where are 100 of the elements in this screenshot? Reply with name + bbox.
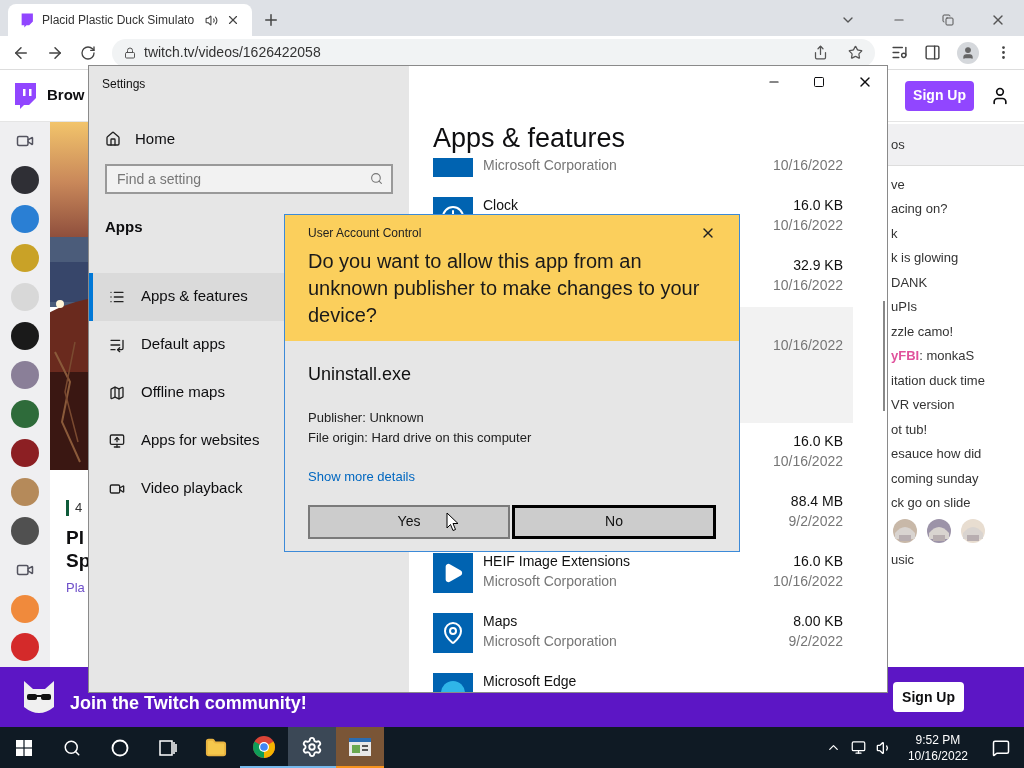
app-row[interactable]: Microsoft Edge (409, 663, 853, 692)
maximize-icon[interactable] (813, 76, 825, 88)
mouse-pointer-icon (446, 512, 459, 532)
reload-icon[interactable] (80, 44, 96, 61)
video-title: Pl (66, 525, 84, 549)
share-icon[interactable] (813, 45, 828, 60)
app-size: 8.00 KB (793, 613, 843, 629)
chat-message: coming sunday (891, 469, 980, 488)
app-size: 88.4 MB (790, 493, 843, 509)
banner-text: Join the Twitch community! (70, 694, 307, 712)
speaker-icon[interactable] (205, 13, 218, 27)
star-icon[interactable] (848, 45, 863, 60)
play-icon (433, 553, 473, 593)
twitch-favicon-icon (20, 12, 34, 28)
window-icon (348, 736, 372, 757)
close-tab-icon[interactable] (226, 13, 240, 27)
scrollbar-thumb[interactable] (883, 301, 885, 411)
chat-message: ot tub! (891, 420, 929, 439)
chat-message: yFBI: monkaS (891, 343, 1024, 368)
search-icon (63, 738, 81, 757)
gear-icon (301, 735, 323, 758)
side-panel-icon[interactable] (924, 44, 941, 61)
program-detail: Publisher: Unknown (308, 409, 425, 427)
chat-message: k (891, 224, 899, 243)
url-text: twitch.tv/videos/1626422058 (144, 43, 322, 62)
page-heading: Apps & features (433, 122, 627, 155)
window-title: Settings (101, 76, 147, 93)
program-name: Uninstall.exe (308, 363, 413, 386)
restore-icon[interactable] (942, 14, 954, 26)
notification-icon[interactable] (992, 738, 1010, 757)
chat-message: esauce how did (891, 445, 983, 463)
app-size: 16.0 KB (793, 433, 843, 449)
search-icon[interactable] (370, 172, 383, 185)
map-pin-icon (433, 613, 473, 653)
channel-avatar[interactable] (11, 322, 39, 351)
search-field[interactable]: Find a setting (105, 164, 393, 194)
app-date: 9/2/2022 (788, 633, 843, 649)
nav-link[interactable]: Brow (47, 84, 85, 107)
app-date: 10/16/2022 (772, 277, 843, 293)
dialog-button[interactable]: No (512, 504, 716, 539)
tab-title: Placid Plastic Duck Simulato (42, 12, 196, 29)
media-icon[interactable] (891, 44, 908, 61)
address-bar[interactable]: twitch.tv/videos/1626422058 (112, 38, 875, 67)
chrome-icon (252, 734, 276, 759)
circle-icon (111, 738, 129, 757)
network-icon[interactable] (850, 740, 866, 755)
channel-avatar[interactable] (11, 166, 39, 195)
channel-link[interactable]: Pla (66, 577, 85, 597)
chat-message: uPIs (891, 298, 918, 316)
chat-message: acing on? (891, 200, 949, 218)
clock[interactable]: 9:52 PM 10/16/2022 (901, 731, 974, 764)
chat-message: itation duck time (891, 371, 986, 390)
channel-avatar[interactable] (11, 438, 39, 467)
app-name: HEIF Image Extensions (483, 553, 632, 569)
taskbar-button[interactable] (288, 727, 336, 768)
chat-message: k is glowing (891, 249, 960, 267)
app-name: Clock (483, 197, 519, 213)
sign-up-button[interactable]: Sign Up (893, 682, 964, 712)
map-icon (109, 384, 125, 401)
folder-icon (205, 736, 227, 759)
browser-tab[interactable]: Placid Plastic Duck Simulato (8, 4, 252, 36)
app-publisher: Microsoft Corporation (483, 633, 618, 649)
windows-start-icon (16, 739, 32, 756)
new-tab-icon[interactable] (262, 11, 280, 29)
upload-window-icon (109, 432, 125, 449)
live-bar (66, 499, 69, 516)
app-name: Maps (483, 613, 519, 629)
details-link[interactable]: Show more details (308, 467, 415, 487)
task-view-icon (159, 739, 177, 756)
chat-message: VR version (891, 396, 956, 414)
profile-icon[interactable] (957, 41, 979, 64)
channel-avatar[interactable] (11, 516, 39, 545)
user-icon[interactable] (990, 85, 1010, 106)
app-row[interactable]: HEIF Image Extensions Microsoft Corporation 16.0 KB 10/16/2022 (409, 543, 853, 603)
home-icon (105, 131, 121, 147)
dialog-button[interactable]: Yes (308, 504, 510, 539)
twitch-logo-icon[interactable] (12, 81, 38, 110)
section-title: Apps (105, 217, 143, 237)
chat-message: DANK (891, 273, 929, 292)
app-date: 10/16/2022 (772, 337, 843, 353)
app-size: 16.0 KB (793, 197, 843, 213)
app-row[interactable]: Microsoft Corporation 10/16/2022 (409, 158, 853, 187)
sign-up-button[interactable]: Sign Up (905, 80, 974, 111)
app-size: 32.9 KB (793, 257, 843, 273)
app-size: 16.0 KB (793, 553, 843, 569)
app-date: 10/16/2022 (772, 217, 843, 233)
chat-message: ck go on slide (891, 494, 972, 512)
home-item[interactable]: Home (105, 122, 409, 156)
app-row[interactable]: Maps Microsoft Corporation 8.00 KB 9/2/2022 (409, 603, 853, 663)
app-date: 9/2/2022 (788, 513, 843, 529)
app-publisher: Microsoft Corporation (483, 573, 618, 589)
app-date: 10/16/2022 (772, 453, 843, 469)
app-publisher: Microsoft Corporation (483, 158, 618, 173)
chat-message: usic (891, 550, 916, 569)
lock-icon (124, 46, 136, 59)
chat-message: zzle camo! (891, 322, 955, 341)
app-name: Microsoft Edge (483, 673, 578, 689)
dialog-title: User Account Control (308, 225, 422, 242)
program-detail: File origin: Hard drive on this computer (308, 429, 533, 447)
video-tag: 4 (75, 498, 83, 518)
